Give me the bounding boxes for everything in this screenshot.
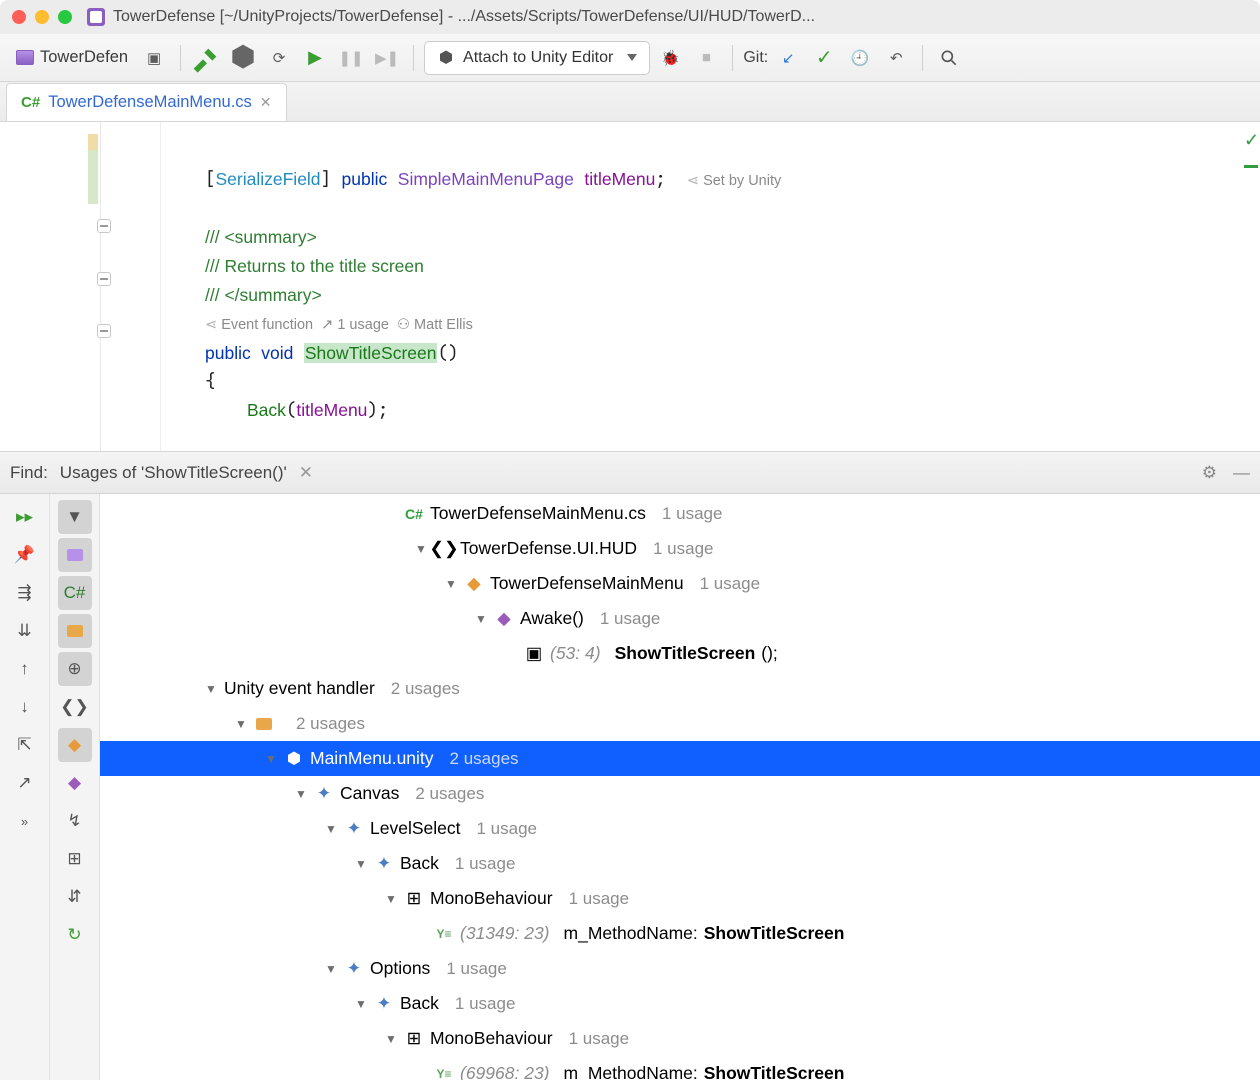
tree-row[interactable]: ▼MainMenu.unity2 usages [100, 741, 1260, 776]
project-dropdown[interactable]: TowerDefen [10, 48, 134, 67]
editor-tab-bar: C# TowerDefenseMainMenu.cs ✕ [0, 82, 1260, 122]
git-history-button[interactable]: 🕘 [844, 42, 876, 74]
git-label: Git: [743, 49, 768, 67]
stop-button[interactable]: ■ [690, 42, 722, 74]
prev-button[interactable]: ↑ [8, 652, 42, 686]
group-module-button[interactable] [58, 538, 92, 572]
csharp-icon: C# [21, 94, 40, 111]
tree-row[interactable]: ▼✦Back1 usage [100, 846, 1260, 881]
editor-tab[interactable]: C# TowerDefenseMainMenu.cs ✕ [6, 83, 287, 121]
unity-build-button[interactable] [227, 42, 259, 74]
find-title: Usages of 'ShowTitleScreen()' [60, 463, 287, 483]
tree-row[interactable]: ▼Unity event handler2 usages [100, 671, 1260, 706]
close-tab-icon[interactable]: ✕ [260, 94, 272, 111]
find-group-sidebar: ▼ C# ⊕ ❮❯ ◆ ◆ ↯ ⊞ ⇵ ↻ [50, 494, 100, 1080]
tree-row[interactable]: ▼2 usages [100, 706, 1260, 741]
tree-row[interactable]: ▼✦LevelSelect1 usage [100, 811, 1260, 846]
group-class-button[interactable]: ◆ [58, 728, 92, 762]
more-button[interactable]: » [8, 804, 42, 838]
app-icon [87, 8, 105, 26]
collapse-panel-icon[interactable]: — [1233, 463, 1250, 483]
main-toolbar: TowerDefen ▣ ⟳ ▶ ❚❚ ▶❚ Attach to Unity E… [0, 34, 1260, 82]
usage-tree[interactable]: C#TowerDefenseMainMenu.cs1 usage▼❮❯Tower… [100, 494, 1260, 1080]
close-find-icon[interactable]: ✕ [299, 463, 313, 483]
flatten-button[interactable]: ⇶ [8, 576, 42, 610]
pause-button[interactable]: ❚❚ [335, 42, 367, 74]
group-file-button[interactable]: C# [58, 576, 92, 610]
tree-row[interactable]: ▼⊞MonoBehaviour1 usage [100, 881, 1260, 916]
chevron-down-icon [627, 54, 637, 61]
tree-row[interactable]: Y≡(31349: 23)m_MethodName: ShowTitleScre… [100, 916, 1260, 951]
code-editor[interactable]: [SerializeField] public SimpleMainMenuPa… [0, 122, 1260, 452]
check-icon: ✓ [1244, 130, 1258, 151]
fold-icon[interactable] [97, 272, 111, 286]
window-zoom-icon[interactable] [58, 10, 72, 24]
find-action-sidebar: ▸▸ 📌 ⇶ ⇊ ↑ ↓ ⇱ ↗ » [0, 494, 50, 1080]
window-titlebar: TowerDefense [~/UnityProjects/TowerDefen… [0, 0, 1260, 34]
open-new-tab-button[interactable]: ↗ [8, 766, 42, 800]
rerun-button[interactable]: ▸▸ [8, 500, 42, 534]
search-button[interactable] [933, 42, 965, 74]
hammer-build-button[interactable] [191, 42, 223, 74]
group-sort-button[interactable]: ⇵ [58, 880, 92, 914]
find-panel-header: Find: Usages of 'ShowTitleScreen()' ✕ ⚙ … [0, 452, 1260, 494]
editor-gutter [0, 122, 100, 451]
pin-button[interactable]: 📌 [8, 538, 42, 572]
group-usage-button[interactable]: ⊕ [58, 652, 92, 686]
find-usages-panel: ▸▸ 📌 ⇶ ⇊ ↑ ↓ ⇱ ↗ » ▼ C# ⊕ ❮❯ ◆ ◆ ↯ ⊞ ⇵ ↻… [0, 494, 1260, 1080]
tab-filename: TowerDefenseMainMenu.cs [48, 93, 252, 112]
group-namespace-button[interactable]: ❮❯ [58, 690, 92, 724]
find-label: Find: [10, 463, 48, 483]
group-sync-button[interactable]: ↻ [58, 918, 92, 952]
collapse-button[interactable]: ⇊ [8, 614, 42, 648]
tree-row[interactable]: Y≡(69968: 23)m_MethodName: ShowTitleScre… [100, 1056, 1260, 1080]
debug-button[interactable]: 🐞 [654, 42, 686, 74]
filter-button[interactable]: ▼ [58, 500, 92, 534]
fold-icon[interactable] [97, 324, 111, 338]
refresh-button[interactable]: ⟳ [263, 42, 295, 74]
window-minimize-icon[interactable] [35, 10, 49, 24]
project-name: TowerDefen [40, 48, 128, 67]
next-button[interactable]: ↓ [8, 690, 42, 724]
tree-row[interactable]: ▼⊞MonoBehaviour1 usage [100, 1021, 1260, 1056]
git-commit-button[interactable]: ✓ [808, 42, 840, 74]
run-button[interactable]: ▶ [299, 42, 331, 74]
code-content[interactable]: [SerializeField] public SimpleMainMenuPa… [100, 122, 1260, 451]
window-title: TowerDefense [~/UnityProjects/TowerDefen… [113, 8, 815, 26]
fold-icon[interactable] [97, 219, 111, 233]
undo-button[interactable]: ↶ [880, 42, 912, 74]
step-button[interactable]: ▶❚ [371, 42, 403, 74]
tree-row[interactable]: ▼✦Options1 usage [100, 951, 1260, 986]
export-button[interactable]: ⇱ [8, 728, 42, 762]
settings-icon[interactable]: ⚙ [1202, 463, 1217, 483]
tree-row[interactable]: ▼◆TowerDefenseMainMenu1 usage [100, 566, 1260, 601]
tree-row[interactable]: C#TowerDefenseMainMenu.cs1 usage [100, 496, 1260, 531]
tree-row[interactable]: ▼❮❯TowerDefense.UI.HUD1 usage [100, 531, 1260, 566]
group-node-button[interactable]: ⊞ [58, 842, 92, 876]
project-folder-icon [16, 50, 34, 65]
group-directory-button[interactable] [58, 614, 92, 648]
tree-row[interactable]: ▣(53: 4)ShowTitleScreen(); [100, 636, 1260, 671]
unity-icon [437, 49, 455, 67]
run-target-button[interactable]: ▣ [138, 42, 170, 74]
tree-row[interactable]: ▼✦Back1 usage [100, 986, 1260, 1021]
attach-label: Attach to Unity Editor [463, 49, 613, 67]
tree-row[interactable]: ▼✦Canvas2 usages [100, 776, 1260, 811]
error-stripe[interactable]: ✓ [1244, 130, 1258, 168]
group-structure-button[interactable]: ↯ [58, 804, 92, 838]
tree-row[interactable]: ▼◆Awake()1 usage [100, 601, 1260, 636]
attach-config-dropdown[interactable]: Attach to Unity Editor [424, 41, 650, 75]
window-close-icon[interactable] [12, 10, 26, 24]
group-method-button[interactable]: ◆ [58, 766, 92, 800]
git-pull-button[interactable]: ↙ [772, 42, 804, 74]
